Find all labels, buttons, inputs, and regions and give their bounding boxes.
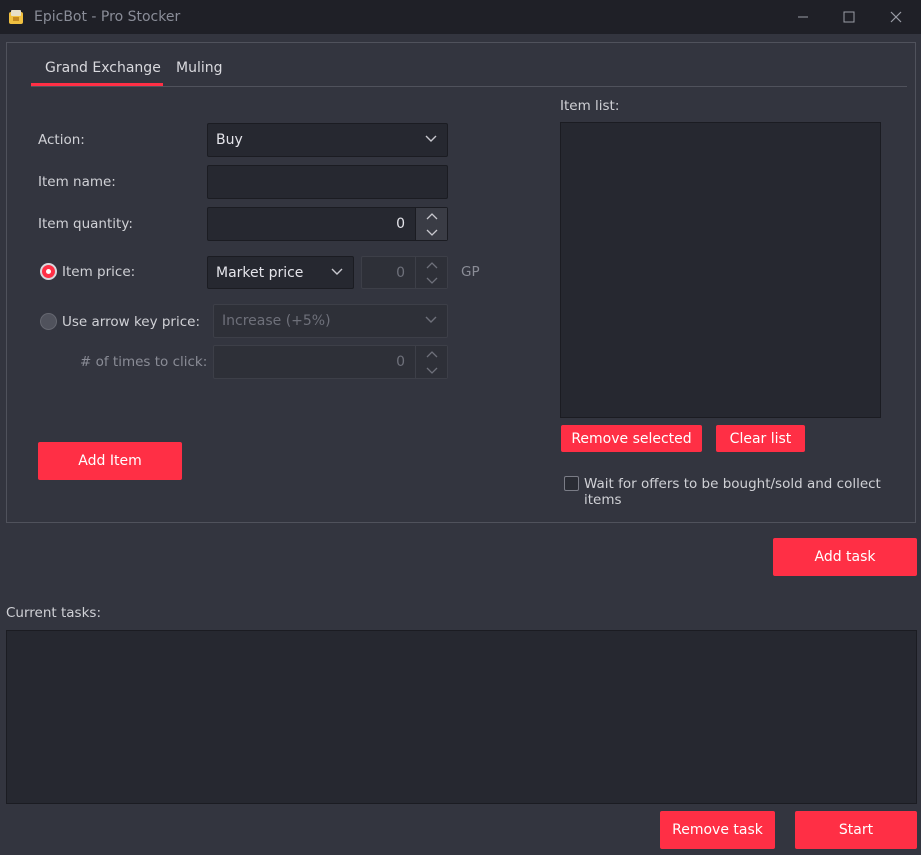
item-price-label: Item price: xyxy=(62,264,136,280)
price-spin-buttons[interactable] xyxy=(415,257,447,288)
price-mode-dropdown[interactable]: Market price xyxy=(207,256,354,289)
quantity-spin-buttons[interactable] xyxy=(415,208,447,240)
chevron-down-icon xyxy=(331,268,343,275)
clicks-stepper[interactable]: 0 xyxy=(213,345,448,379)
item-name-label: Item name: xyxy=(38,174,116,190)
wait-offers-checkbox[interactable] xyxy=(564,476,579,491)
app-icon xyxy=(9,10,23,24)
current-tasks-label: Current tasks: xyxy=(6,605,101,621)
tab-muling[interactable]: Muling xyxy=(176,60,223,76)
remove-task-button[interactable]: Remove task xyxy=(660,811,775,849)
wait-offers-label: Wait for offers to be bought/sold and co… xyxy=(584,476,881,508)
tab-grand-exchange[interactable]: Grand Exchange xyxy=(45,60,161,76)
chevron-down-icon[interactable] xyxy=(426,367,438,374)
clicks-value: 0 xyxy=(396,354,405,370)
chevron-up-icon[interactable] xyxy=(426,213,438,220)
close-button[interactable] xyxy=(873,0,919,34)
window-title: EpicBot - Pro Stocker xyxy=(34,9,181,25)
arrow-key-price-label: Use arrow key price: xyxy=(62,314,201,330)
chevron-up-icon[interactable] xyxy=(426,351,438,358)
price-unit-label: GP xyxy=(461,264,480,280)
action-label: Action: xyxy=(38,132,85,148)
item-price-radio[interactable] xyxy=(40,263,57,280)
item-list-label: Item list: xyxy=(560,98,620,114)
chevron-down-icon[interactable] xyxy=(426,277,438,284)
action-dropdown-value: Buy xyxy=(216,132,243,148)
chevron-down-icon[interactable] xyxy=(426,229,438,236)
maximize-button[interactable] xyxy=(826,0,872,34)
chevron-down-icon xyxy=(425,135,437,142)
clicks-label: # of times to click: xyxy=(80,354,208,370)
arrow-mode-value: Increase (+5%) xyxy=(222,313,331,329)
price-amount-stepper[interactable]: 0 xyxy=(361,256,448,289)
item-quantity-label: Item quantity: xyxy=(38,216,133,232)
item-quantity-stepper[interactable]: 0 xyxy=(207,207,448,241)
minimize-icon xyxy=(798,16,808,18)
current-tasks-list[interactable] xyxy=(6,630,917,804)
chevron-down-icon xyxy=(425,316,437,323)
price-mode-value: Market price xyxy=(216,265,304,281)
remove-selected-button[interactable]: Remove selected xyxy=(561,425,702,452)
arrow-key-price-radio[interactable] xyxy=(40,313,57,330)
clear-list-button[interactable]: Clear list xyxy=(716,425,805,452)
add-task-button[interactable]: Add task xyxy=(773,538,917,576)
clicks-spin-buttons[interactable] xyxy=(415,346,447,378)
action-dropdown[interactable]: Buy xyxy=(207,123,448,157)
tab-bar-divider xyxy=(31,86,907,87)
maximize-icon xyxy=(843,11,855,23)
arrow-mode-dropdown[interactable]: Increase (+5%) xyxy=(213,304,448,338)
close-icon xyxy=(890,11,902,23)
chevron-up-icon[interactable] xyxy=(426,262,438,269)
price-amount-value: 0 xyxy=(396,265,405,281)
active-tab-indicator xyxy=(31,83,163,86)
item-name-input[interactable] xyxy=(207,165,448,199)
item-list-box[interactable] xyxy=(560,122,881,418)
minimize-button[interactable] xyxy=(780,0,826,34)
add-item-button[interactable]: Add Item xyxy=(38,442,182,480)
item-quantity-value: 0 xyxy=(396,216,405,232)
start-button[interactable]: Start xyxy=(795,811,917,849)
